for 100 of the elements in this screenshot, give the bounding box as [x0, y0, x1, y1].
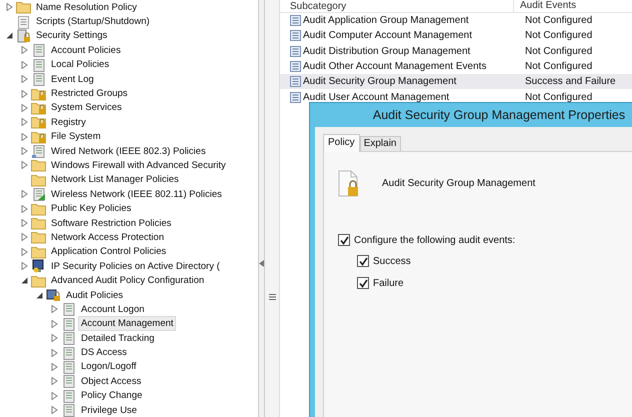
- tree-item[interactable]: Advanced Audit Policy Configuration: [48, 273, 208, 288]
- checkbox[interactable]: [357, 277, 369, 289]
- checkbox[interactable]: [338, 234, 350, 246]
- audit-policy-icon: [46, 288, 61, 302]
- collapsed-arrow-icon[interactable]: [50, 348, 58, 357]
- table-row[interactable]: Audit Computer Account Management Not Configured: [280, 28, 632, 44]
- tree-item[interactable]: Security Settings: [33, 28, 110, 44]
- collapsed-arrow-icon[interactable]: [6, 3, 12, 12]
- column-header[interactable]: Audit Events: [514, 0, 576, 12]
- tree-item[interactable]: Registry: [48, 114, 89, 130]
- policy-icon: [31, 72, 46, 86]
- collapsed-arrow-icon[interactable]: [50, 305, 58, 314]
- tree-item[interactable]: DS Access: [78, 345, 130, 360]
- tree-item[interactable]: Privilege Use: [78, 402, 140, 417]
- table-row[interactable]: Audit Distribution Group Management Not Configured: [280, 44, 632, 59]
- table-cell-text: Not Configured: [524, 92, 592, 103]
- folder-icon: [31, 274, 46, 288]
- wireless-icon: [31, 187, 46, 202]
- collapsed-arrow-icon[interactable]: [20, 262, 28, 270]
- audit-item-icon: [290, 30, 301, 42]
- expanded-arrow-icon[interactable]: [36, 292, 42, 298]
- tree-item[interactable]: Windows Firewall with Advanced Security: [48, 158, 229, 173]
- collapsed-arrow-icon[interactable]: [50, 320, 58, 328]
- checkbox[interactable]: [357, 255, 369, 267]
- folder-icon: [31, 244, 46, 259]
- locked-folder-icon: [31, 130, 46, 144]
- table-cell: Audit Security Group Management: [303, 76, 456, 88]
- tree-item[interactable]: Restricted Groups: [48, 86, 131, 102]
- tree-item[interactable]: Wireless Network (IEEE 802.11) Policies: [48, 186, 225, 202]
- column-header[interactable]: Subcategory: [280, 0, 514, 12]
- table-row[interactable]: Audit Application Group Management Not Configured: [280, 13, 632, 28]
- collapsed-arrow-icon[interactable]: [20, 90, 28, 98]
- network-icon: [31, 144, 46, 158]
- collapsed-arrow-icon[interactable]: [50, 406, 58, 414]
- tree-item[interactable]: Logon/Logoff: [78, 359, 140, 374]
- tab[interactable]: Policy: [323, 134, 360, 152]
- tree-item[interactable]: Name Resolution Policy: [33, 0, 140, 15]
- checkmark-icon: [358, 278, 368, 288]
- tree-item[interactable]: System Services: [48, 100, 125, 116]
- policy-icon: [31, 58, 46, 72]
- collapsed-arrow-icon[interactable]: [20, 219, 28, 228]
- table-row[interactable]: Audit Other Account Management Events Not Configured: [280, 58, 632, 74]
- collapsed-arrow-icon[interactable]: [20, 75, 28, 84]
- collapsed-arrow-icon[interactable]: [20, 204, 28, 213]
- computer-key-icon: [31, 259, 46, 274]
- locked-computer-icon: [16, 28, 31, 43]
- policy-icon: [61, 331, 76, 346]
- tree-item[interactable]: Account Management: [78, 316, 176, 332]
- expanded-arrow-icon[interactable]: [20, 277, 28, 284]
- table-row[interactable]: Audit User Account Management Not Configured: [280, 89, 632, 105]
- tree-item[interactable]: Software Restriction Policies: [48, 216, 174, 231]
- collapsed-arrow-icon[interactable]: [20, 161, 28, 170]
- collapsed-arrow-icon[interactable]: [20, 248, 28, 256]
- tab[interactable]: Explain: [360, 136, 400, 151]
- collapsed-arrow-icon[interactable]: [20, 233, 28, 242]
- collapsed-arrow-icon[interactable]: [20, 118, 28, 126]
- collapsed-arrow-icon[interactable]: [50, 392, 58, 400]
- tree-item[interactable]: Object Access: [78, 374, 144, 389]
- folder-icon: [31, 202, 46, 216]
- tree-item[interactable]: IP Security Policies on Active Directory (: [48, 258, 223, 274]
- tree-item[interactable]: File System: [48, 129, 104, 144]
- tree-item[interactable]: Public Key Policies: [48, 201, 134, 216]
- tree-item[interactable]: Audit Policies: [63, 288, 126, 303]
- policy-icon: [31, 43, 46, 58]
- grip-icon[interactable]: [268, 294, 276, 300]
- tree-item[interactable]: Account Logon: [78, 302, 148, 317]
- table-cell: Audit User Account Management: [303, 92, 450, 103]
- tree-item[interactable]: Account Policies: [48, 42, 124, 58]
- tree-item[interactable]: Event Log: [48, 72, 97, 87]
- collapsed-arrow-icon[interactable]: [20, 132, 28, 141]
- collapsed-arrow-icon[interactable]: [50, 362, 58, 371]
- locked-document-icon: [338, 170, 360, 198]
- collapsed-arrow-icon[interactable]: [20, 46, 28, 54]
- tree-item[interactable]: Application Control Policies: [48, 244, 170, 260]
- collapsed-arrow-icon[interactable]: [20, 190, 28, 198]
- policy-icon: [61, 316, 76, 331]
- tree-item[interactable]: Network List Manager Policies: [48, 172, 182, 188]
- folder-icon: [31, 216, 46, 230]
- audit-item-icon: [290, 92, 301, 103]
- collapsed-arrow-icon[interactable]: [50, 334, 58, 342]
- table-row[interactable]: Audit Security Group Management Success and Failure: [280, 74, 632, 90]
- audit-item-icon: [290, 15, 301, 26]
- tree-item[interactable]: Wired Network (IEEE 802.3) Policies: [48, 144, 209, 159]
- dialog-title: Audit Security Group Management Properties: [372, 107, 626, 124]
- collapsed-arrow-icon[interactable]: [50, 377, 58, 386]
- checkmark-icon: [358, 256, 368, 266]
- checkbox-label: Success: [373, 256, 411, 266]
- collapsed-arrow-icon[interactable]: [20, 147, 28, 156]
- tree-item[interactable]: Network Access Protection: [48, 230, 167, 245]
- tree-item[interactable]: Scripts (Startup/Shutdown): [33, 14, 153, 30]
- tree-item[interactable]: Policy Change: [78, 388, 146, 404]
- policy-icon: [61, 302, 76, 316]
- collapsed-arrow-icon[interactable]: [20, 104, 28, 112]
- collapsed-arrow-icon[interactable]: [20, 60, 28, 69]
- policy-icon: [61, 388, 76, 403]
- expanded-arrow-icon[interactable]: [6, 32, 12, 40]
- folder-icon: [16, 0, 31, 14]
- tree-item[interactable]: Local Policies: [48, 57, 112, 72]
- tree-item[interactable]: Detailed Tracking: [78, 330, 158, 346]
- table-cell-text: Not Configured: [524, 61, 592, 72]
